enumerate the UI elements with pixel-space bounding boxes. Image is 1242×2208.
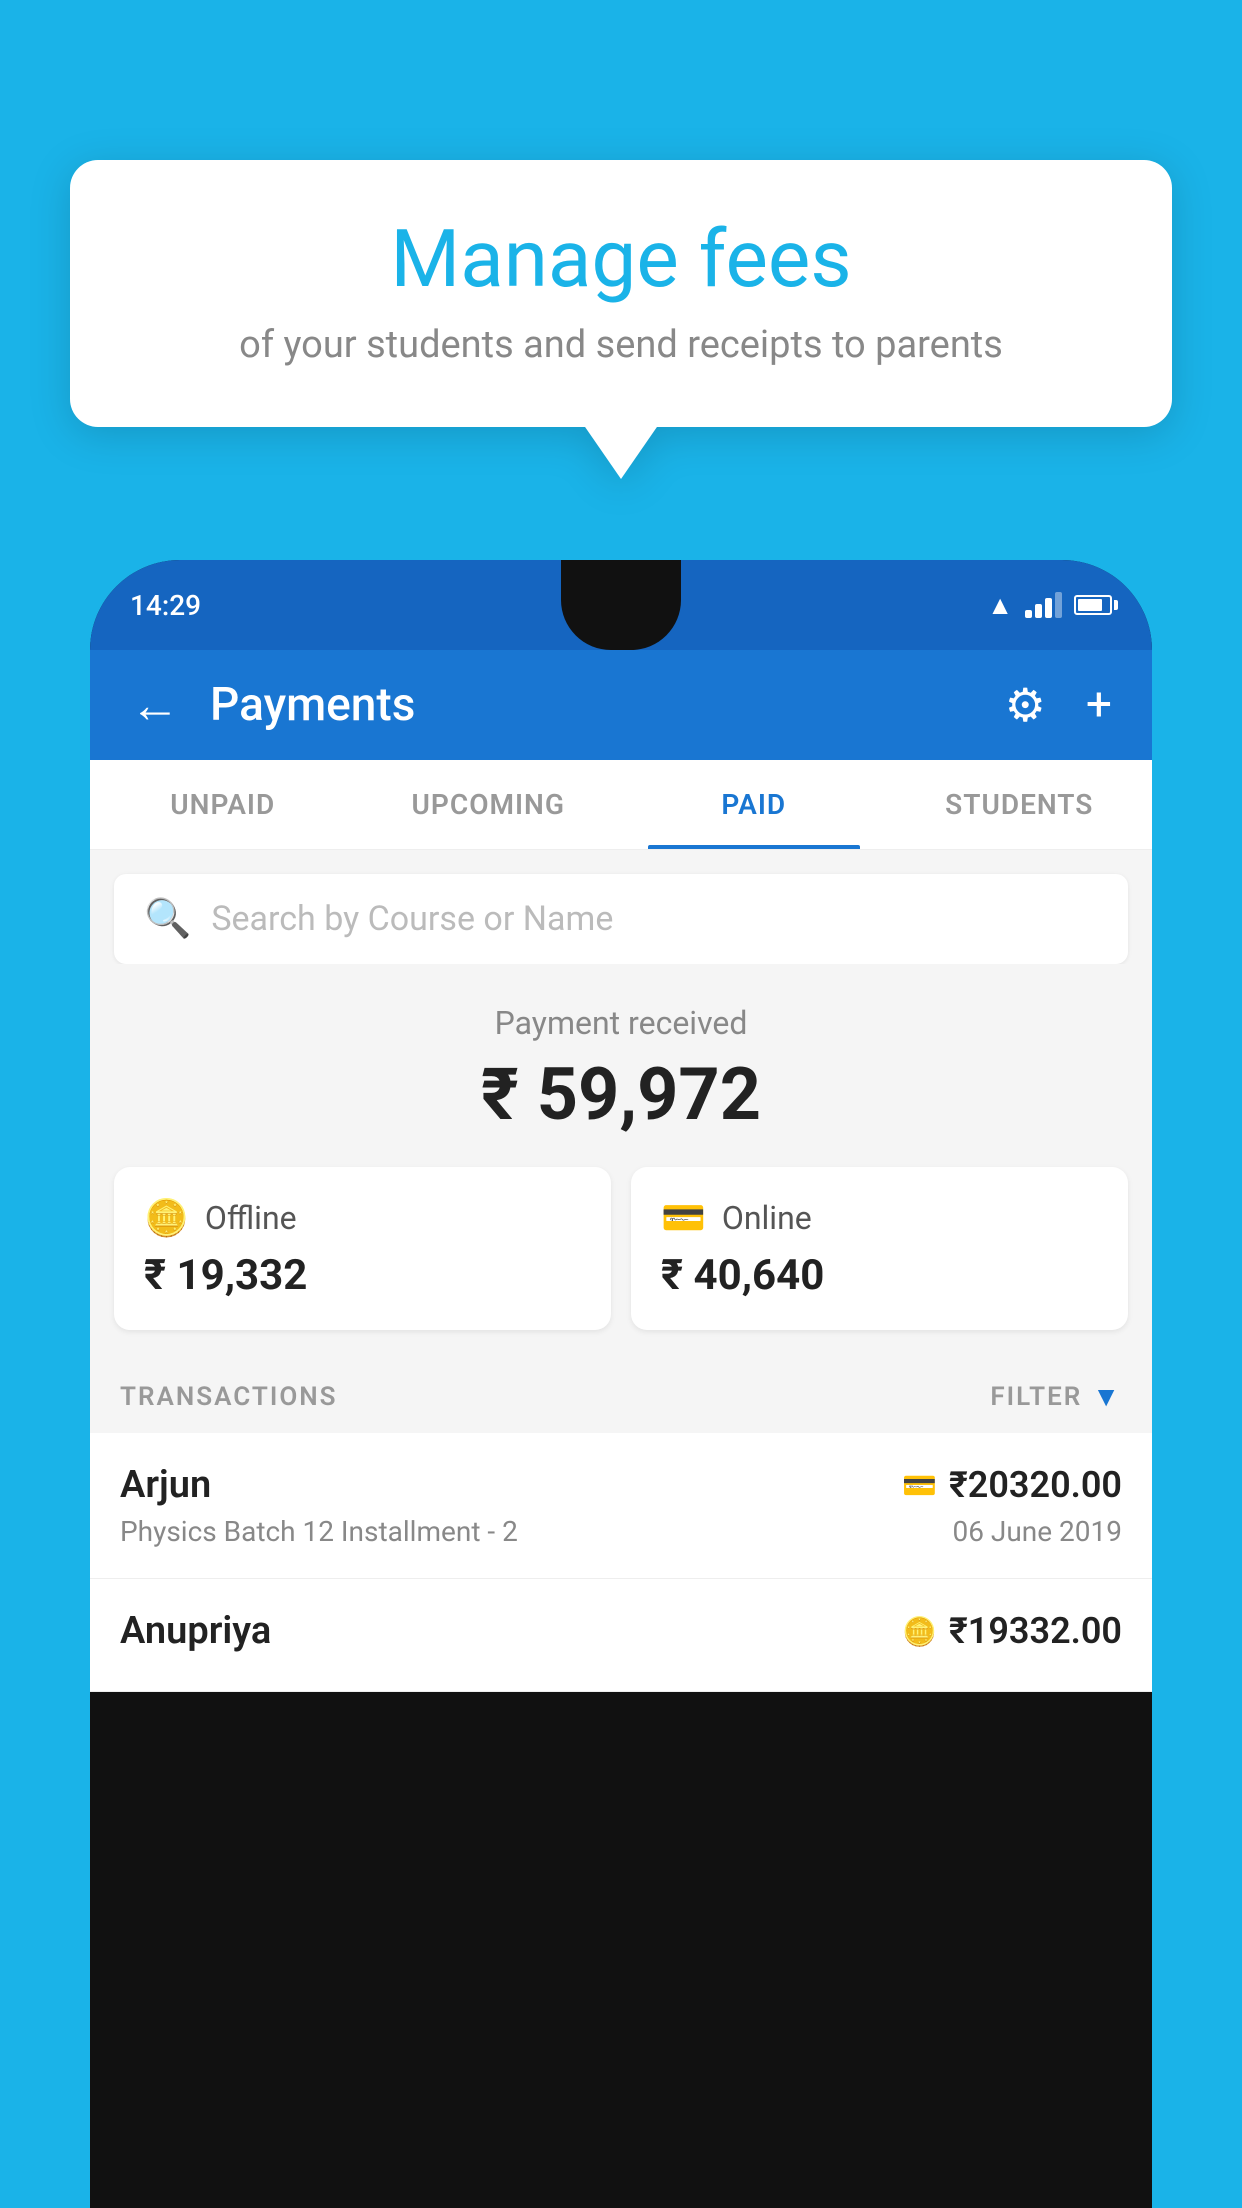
add-icon[interactable]: + [1086,678,1112,732]
student-name: Anupriya [120,1609,271,1653]
transaction-item[interactable]: Anupriya 🪙 ₹19332.00 [90,1579,1152,1692]
online-card: 💳 Online ₹ 40,640 [631,1167,1128,1330]
filter-icon: ▼ [1092,1380,1122,1413]
tab-paid[interactable]: PAID [621,760,887,849]
transaction-row-top: Arjun 💳 ₹20320.00 [120,1463,1122,1507]
offline-card: 🪙 Offline ₹ 19,332 [114,1167,611,1330]
status-time: 14:29 [130,589,201,622]
search-bar[interactable]: 🔍 Search by Course or Name [114,874,1128,964]
transaction-course: Physics Batch 12 Installment - 2 [120,1515,518,1548]
online-label: Online [722,1199,812,1237]
payment-received-label: Payment received [90,1004,1152,1042]
tab-students[interactable]: STUDENTS [887,760,1153,849]
tab-unpaid[interactable]: UNPAID [90,760,356,849]
back-button[interactable]: ← [130,676,180,735]
settings-icon[interactable]: ⚙ [1005,678,1046,733]
filter-label: FILTER [990,1382,1082,1412]
offline-card-header: 🪙 Offline [144,1197,581,1239]
filter-button[interactable]: FILTER ▼ [990,1380,1122,1413]
tab-bar: UNPAID UPCOMING PAID STUDENTS [90,760,1152,850]
status-bar: 14:29 ▲ [90,560,1152,650]
transactions-label: TRANSACTIONS [120,1382,338,1412]
online-card-header: 💳 Online [661,1197,1098,1239]
transactions-header: TRANSACTIONS FILTER ▼ [90,1360,1152,1433]
transaction-date: 06 June 2019 [952,1515,1122,1548]
status-icons: ▲ [987,590,1112,621]
battery-icon [1074,595,1112,615]
online-icon: 💳 [661,1197,706,1239]
online-amount: ₹ 40,640 [661,1251,1098,1300]
signal-icon [1025,592,1062,618]
page-title: Payments [210,678,975,732]
speech-bubble: Manage fees of your students and send re… [70,160,1172,427]
offline-label: Offline [205,1199,297,1237]
payment-total-amount: ₹ 59,972 [90,1052,1152,1137]
bubble-title: Manage fees [130,215,1112,303]
payment-cards: 🪙 Offline ₹ 19,332 💳 Online ₹ 40,640 [90,1167,1152,1330]
transaction-row-top: Anupriya 🪙 ₹19332.00 [120,1609,1122,1653]
offline-icon: 🪙 [144,1197,189,1239]
phone-device: 14:29 ▲ ← Payments ⚙ + UNPAID [90,560,1152,2208]
search-icon: 🔍 [144,897,191,941]
amount-row: 🪙 ₹19332.00 [902,1610,1122,1652]
search-placeholder: Search by Course or Name [211,899,613,939]
tab-upcoming[interactable]: UPCOMING [356,760,622,849]
payment-type-icon: 🪙 [902,1615,937,1648]
payment-type-icon: 💳 [902,1469,937,1502]
student-name: Arjun [120,1463,211,1507]
main-content: 🔍 Search by Course or Name Payment recei… [90,850,1152,1692]
amount-row: 💳 ₹20320.00 [902,1464,1122,1506]
transaction-amount: ₹19332.00 [949,1610,1122,1652]
bubble-subtitle: of your students and send receipts to pa… [130,323,1112,367]
transaction-item[interactable]: Arjun 💳 ₹20320.00 Physics Batch 12 Insta… [90,1433,1152,1579]
payment-summary: Payment received ₹ 59,972 [90,964,1152,1167]
app-header: ← Payments ⚙ + [90,650,1152,760]
wifi-icon: ▲ [987,590,1013,621]
offline-amount: ₹ 19,332 [144,1251,581,1300]
header-actions: ⚙ + [1005,678,1112,733]
transaction-amount: ₹20320.00 [949,1464,1122,1506]
